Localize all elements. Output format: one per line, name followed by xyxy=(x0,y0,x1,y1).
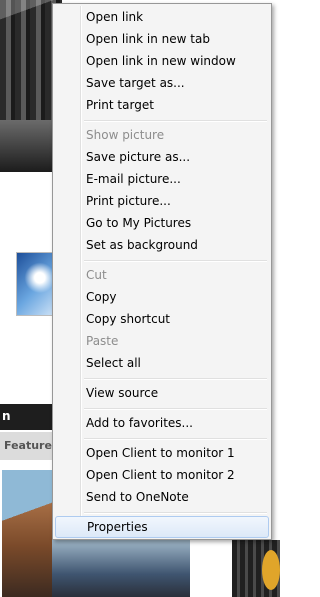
menu-item-open-link[interactable]: Open link xyxy=(55,6,269,28)
context-menu: Open link Open link in new tab Open link… xyxy=(52,3,272,540)
menu-separator xyxy=(84,438,267,440)
menu-item-save-target-as[interactable]: Save target as... xyxy=(55,72,269,94)
menu-item-open-client-monitor-2[interactable]: Open Client to monitor 2 xyxy=(55,464,269,486)
menu-item-open-client-monitor-1[interactable]: Open Client to monitor 1 xyxy=(55,442,269,464)
menu-item-add-to-favorites[interactable]: Add to favorites... xyxy=(55,412,269,434)
menu-item-copy[interactable]: Copy xyxy=(55,286,269,308)
menu-item-set-as-background[interactable]: Set as background xyxy=(55,234,269,256)
background-bar-text: n xyxy=(2,409,11,423)
menu-separator xyxy=(84,260,267,262)
background-photo-sign xyxy=(52,540,190,597)
background-thumbnail-sky[interactable] xyxy=(16,252,56,316)
menu-item-copy-shortcut[interactable]: Copy shortcut xyxy=(55,308,269,330)
menu-item-select-all[interactable]: Select all xyxy=(55,352,269,374)
menu-item-show-picture: Show picture xyxy=(86,128,165,142)
menu-item-go-to-my-pictures[interactable]: Go to My Pictures xyxy=(55,212,269,234)
menu-item-cut: Cut xyxy=(86,268,107,282)
background-featured-label: Featured xyxy=(0,432,52,460)
menu-item-email-picture[interactable]: E-mail picture... xyxy=(55,168,269,190)
menu-separator xyxy=(84,120,267,122)
background-photo-right xyxy=(232,540,280,597)
menu-separator xyxy=(84,408,267,410)
menu-item-save-picture-as[interactable]: Save picture as... xyxy=(55,146,269,168)
menu-item-send-to-onenote[interactable]: Send to OneNote xyxy=(55,486,269,508)
menu-separator xyxy=(84,378,267,380)
menu-item-paste: Paste xyxy=(86,334,119,348)
background-dark-bar: n xyxy=(0,404,52,430)
background-photo-featured[interactable] xyxy=(2,470,52,597)
menu-separator xyxy=(84,512,267,514)
menu-item-print-target[interactable]: Print target xyxy=(55,94,269,116)
menu-item-properties[interactable]: Properties xyxy=(55,516,269,538)
menu-item-view-source[interactable]: View source xyxy=(55,382,269,404)
menu-item-open-link-new-window[interactable]: Open link in new window xyxy=(55,50,269,72)
menu-item-open-link-new-tab[interactable]: Open link in new tab xyxy=(55,28,269,50)
menu-item-print-picture[interactable]: Print picture... xyxy=(55,190,269,212)
